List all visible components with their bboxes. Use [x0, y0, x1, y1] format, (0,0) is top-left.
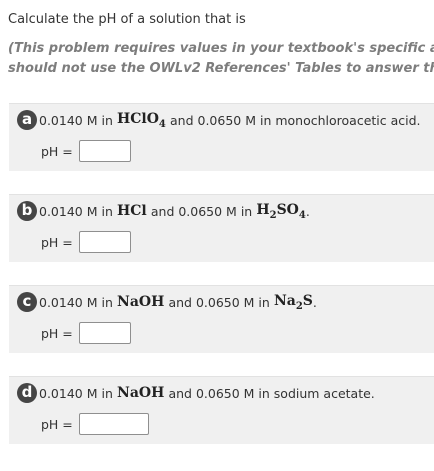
question-part-d: d 0.0140 M in NaOH and 0.0650 M in sodiu… [9, 376, 434, 444]
problem-note-line-1: (This problem requires values in your te… [8, 41, 434, 56]
ph-label-c: pH = [41, 325, 73, 341]
question-text-c-pre: 0.0140 M in [39, 294, 113, 310]
question-text-a-mid: and 0.0650 M in monochloroacetic acid. [170, 112, 421, 128]
question-line-c: c 0.0140 M in NaOH and 0.0650 M in Na2S. [17, 292, 317, 312]
chem-formula-b2-sub2: 4 [298, 209, 306, 221]
question-line-d: d 0.0140 M in NaOH and 0.0650 M in sodiu… [17, 383, 375, 403]
problem-note: (This problem requires values in your te… [8, 39, 434, 79]
question-text-b-tail: . [305, 203, 310, 219]
chem-formula-c2-s: S [302, 292, 313, 309]
question-text-d-pre: 0.0140 M in [39, 385, 113, 401]
problem-note-line-2: should not use the OWLv2 References' Tab… [8, 61, 434, 76]
chem-formula-c2: Na2S [274, 293, 313, 312]
part-badge-a: a [17, 110, 37, 130]
ph-row-d: pH = [41, 412, 149, 436]
question-part-a: a 0.0140 M in HClO4 and 0.0650 M in mono… [9, 103, 434, 171]
chem-formula-b2-h: H [256, 201, 270, 218]
chem-formula-c2-sub: 2 [295, 300, 303, 312]
ph-label-d: pH = [41, 416, 73, 432]
ph-input-b[interactable] [78, 231, 131, 253]
question-text-b-pre: 0.0140 M in [39, 203, 113, 219]
problem-intro: Calculate the pH of a solution that is (… [8, 11, 434, 79]
chem-formula-b1: HCl [117, 203, 147, 219]
chem-formula-b2: H2SO4 [256, 202, 305, 221]
question-text-c-tail: . [312, 294, 317, 310]
part-badge-b: b [17, 201, 37, 221]
question-line-b: b 0.0140 M in HCl and 0.0650 M in H2SO4. [17, 201, 310, 221]
ph-row-b: pH = [41, 230, 131, 254]
chem-formula-b2-sub1: 2 [269, 209, 277, 221]
question-part-b: b 0.0140 M in HCl and 0.0650 M in H2SO4.… [9, 194, 434, 262]
question-text-b-mid: and 0.0650 M in [150, 203, 253, 219]
chem-formula-b2-so: SO [276, 201, 299, 218]
ph-input-c[interactable] [78, 322, 131, 344]
chem-formula-d1: NaOH [117, 385, 165, 401]
chem-formula-c1: NaOH [117, 294, 165, 310]
ph-label-a: pH = [41, 143, 73, 159]
question-text-c-mid: and 0.0650 M in [168, 294, 270, 310]
ph-label-b: pH = [41, 234, 73, 250]
question-part-c: c 0.0140 M in NaOH and 0.0650 M in Na2S.… [9, 285, 434, 353]
chem-formula-a1: HClO4 [117, 111, 166, 130]
question-text-d-mid: and 0.0650 M in sodium acetate. [168, 385, 375, 401]
ph-row-a: pH = [41, 139, 131, 163]
part-badge-c: c [17, 292, 37, 312]
problem-statement: Calculate the pH of a solution that is [8, 12, 246, 27]
chem-formula-c2-na: Na [273, 292, 296, 309]
ph-row-c: pH = [41, 321, 131, 345]
question-text-a-pre: 0.0140 M in [39, 112, 113, 128]
ph-input-d[interactable] [78, 413, 149, 435]
question-line-a: a 0.0140 M in HClO4 and 0.0650 M in mono… [17, 110, 421, 130]
chem-formula-a1-main: HClO [117, 110, 159, 127]
part-badge-d: d [17, 383, 37, 403]
chem-formula-a1-sub: 4 [158, 118, 166, 130]
ph-input-a[interactable] [78, 140, 131, 162]
